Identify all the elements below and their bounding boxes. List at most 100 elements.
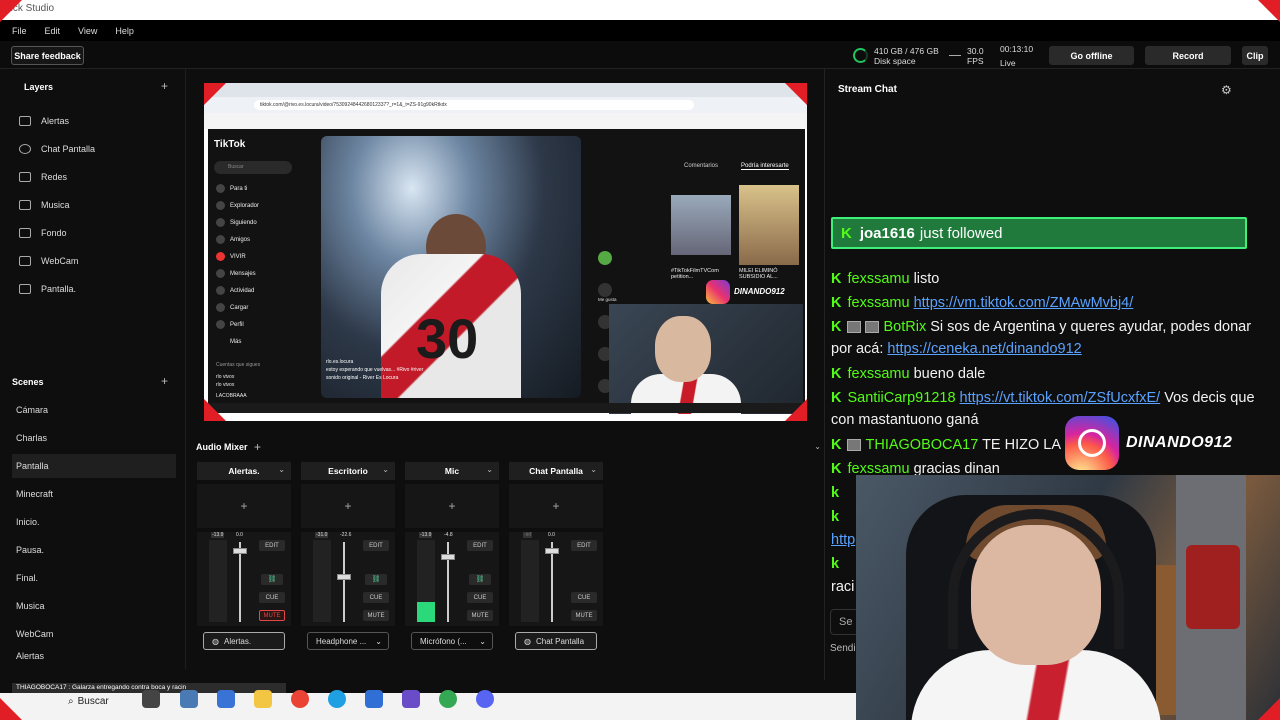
layer-item-alertas[interactable]: Alertas [12,108,182,134]
menu-file[interactable]: File [12,26,27,36]
layer-item-musica[interactable]: Musica [12,192,182,218]
scene-item-alertas[interactable]: Alertas [12,650,176,662]
edit-button[interactable]: EDIT [467,540,493,551]
mute-button[interactable]: MUTE [467,610,493,621]
menu-edit[interactable]: Edit [45,26,61,36]
chat-message: Kfexssamu listo [831,268,1256,290]
gear-icon[interactable]: ⚙ [1221,83,1232,97]
edge-icon[interactable] [328,690,346,708]
chat-user[interactable]: fexssamu [847,366,909,382]
channel-name[interactable]: Chat Pantalla [509,462,603,480]
device-select[interactable]: Micrófono (... ⌄ [411,632,493,650]
scene-item-pantalla[interactable]: Pantalla [12,454,176,478]
chevron-down-icon[interactable]: ⌄ [814,442,821,451]
chat-user[interactable]: fexssamu [847,271,909,287]
volume-fader[interactable] [545,548,559,554]
add-audio-button[interactable]: + [254,440,261,454]
link-icon[interactable]: ⛓ [365,574,387,585]
stream-preview[interactable]: tiktok.com/@rivo.es.locura/video/7530924… [204,83,807,421]
app-icon[interactable] [402,690,420,708]
scene-item-webcam[interactable]: WebCam [12,622,176,646]
audio-mixer-title: Audio Mixer [196,442,248,452]
volume-fader[interactable] [337,574,351,580]
cue-button[interactable]: CUE [259,592,285,603]
chat-link[interactable]: https://vm.tiktok.com/ZMAwMvbj4/ [914,295,1134,311]
scene-item-camara[interactable]: Cámara [12,398,176,422]
go-offline-button[interactable]: Go offline [1049,46,1134,65]
link-icon[interactable]: ⛓ [261,574,283,585]
chevron-down-icon[interactable]: ⌄ [278,465,285,474]
device-select[interactable]: Headphone ... ⌄ [307,632,389,650]
add-layer-button[interactable]: + [161,79,168,93]
volume-fader[interactable] [233,548,247,554]
chat-link[interactable]: http [831,532,855,548]
chevron-down-icon[interactable]: ⌄ [382,465,389,474]
search-icon: ⌕ [68,695,74,707]
chevron-down-icon[interactable]: ⌄ [590,465,597,474]
scene-item-musica[interactable]: Musica [12,594,176,618]
send-button[interactable]: Sendi [830,643,856,654]
link-icon[interactable]: ⛓ [469,574,491,585]
cue-button[interactable]: CUE [571,592,597,603]
channel-controls: -31.0 -22.6 EDIT ⛓ CUE MUTE [301,532,395,626]
chrome-icon[interactable] [291,690,309,708]
stream-chat-title: Stream Chat [838,84,897,95]
edit-button[interactable]: EDIT [571,540,597,551]
layer-label: Pantalla. [41,284,77,294]
layer-item-pantalla[interactable]: Pantalla. [12,276,182,302]
chat-user[interactable]: SantiiCarp91218 [847,390,955,406]
layer-item-webcam[interactable]: WebCam [12,248,182,274]
add-filter-button[interactable]: + [405,484,499,528]
add-filter-button[interactable]: + [197,484,291,528]
edit-button[interactable]: EDIT [363,540,389,551]
layer-item-redes[interactable]: Redes [12,164,182,190]
edit-button[interactable]: EDIT [259,540,285,551]
discord-icon[interactable] [476,690,494,708]
channel-name[interactable]: Mic [405,462,499,480]
chat-link[interactable]: https://ceneka.net/dinando912 [887,341,1081,357]
scene-item-final[interactable]: Final. [12,566,176,590]
layer-item-chat-pantalla[interactable]: Chat Pantalla [12,136,182,162]
clip-button[interactable]: Clip [1242,46,1268,65]
channel-name[interactable]: Alertas. [197,462,291,480]
chat-user[interactable]: BotRix [883,319,926,335]
chevron-down-icon[interactable]: ⌄ [486,465,493,474]
add-filter-button[interactable]: + [301,484,395,528]
chat-user[interactable]: THIAGOBOCA17 [865,437,978,453]
thumbnail [671,195,731,255]
folder-icon[interactable] [254,690,272,708]
share-feedback-button[interactable]: Share feedback [11,46,84,65]
mute-button[interactable]: MUTE [363,610,389,621]
volume-fader[interactable] [441,554,455,560]
chevron-down-icon: ⌄ [479,636,486,646]
scene-item-inicio[interactable]: Inicio. [12,510,176,534]
add-filter-button[interactable]: + [509,484,603,528]
stream-timer: 00:13:10 [1000,44,1034,54]
scene-item-charlas[interactable]: Charlas [12,426,176,450]
task-view-icon[interactable] [142,690,160,708]
menu-view[interactable]: View [78,26,97,36]
taskbar-search[interactable]: ⌕ Buscar [68,694,109,708]
disk-usage-value: 410 GB / 476 GB [874,46,939,56]
mute-button[interactable]: MUTE [571,610,597,621]
chat-message: Kfexssamu bueno dale [831,363,1256,385]
mail-icon[interactable] [365,690,383,708]
scene-item-pausa[interactable]: Pausa. [12,538,176,562]
device-select[interactable]: ◍ Chat Pantalla [515,632,597,650]
store-icon[interactable] [217,690,235,708]
mute-button[interactable]: MUTE [259,610,285,621]
chat-link[interactable]: https://vt.tiktok.com/ZSfUcxfxE/ [960,390,1161,406]
cue-button[interactable]: CUE [363,592,389,603]
layer-item-fondo[interactable]: Fondo [12,220,182,246]
channel-name[interactable]: Escritorio [301,462,395,480]
record-button[interactable]: Record [1145,46,1231,65]
scene-item-minecraft[interactable]: Minecraft [12,482,176,506]
settings-icon[interactable] [180,690,198,708]
chrome-profile-icon[interactable] [439,690,457,708]
chat-user[interactable]: fexssamu [847,295,909,311]
add-scene-button[interactable]: + [161,374,168,388]
cue-button[interactable]: CUE [467,592,493,603]
menu-help[interactable]: Help [115,26,134,36]
device-select[interactable]: ◍ Alertas. [203,632,285,650]
level-fill [417,602,435,622]
